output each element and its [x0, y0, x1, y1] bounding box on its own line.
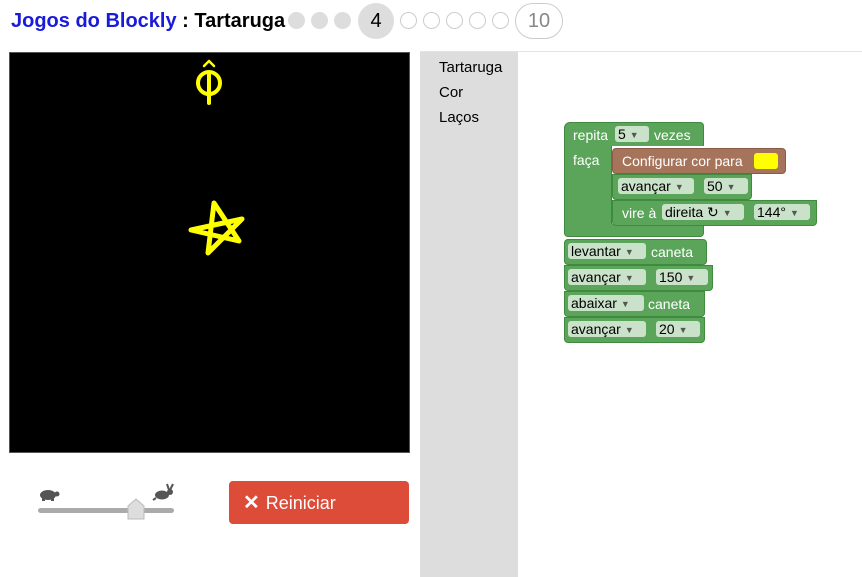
level-8-dot[interactable] [469, 12, 486, 29]
chevron-down-icon: ▼ [678, 325, 688, 335]
move-direction-value: avançar [621, 178, 671, 194]
header: Jogos do Blockly : Tartaruga 4 10 [0, 0, 862, 44]
level-9-dot[interactable] [492, 12, 509, 29]
pen-up-value: levantar [571, 243, 621, 259]
move-distance-dropdown[interactable]: 20 ▼ [656, 321, 700, 337]
move-direction-value: avançar [571, 269, 621, 285]
chevron-down-icon: ▼ [726, 182, 736, 192]
toolbox-category-lacos[interactable]: Laços [439, 109, 479, 126]
level-6-dot[interactable] [423, 12, 440, 29]
pen-down-value: abaixar [571, 295, 617, 311]
title-separator: : [176, 10, 195, 32]
reset-label: Reiniciar [265, 493, 336, 513]
move-distance-value: 150 [659, 269, 683, 285]
chevron-down-icon: ▼ [620, 299, 630, 309]
last-level-badge[interactable]: 10 [515, 3, 563, 39]
block-workspace[interactable]: repita 5 ▼ vezes faça Configurar cor para… [518, 52, 862, 577]
turn-direction-value: direita ↻ [665, 204, 719, 220]
toolbox: Tartaruga Cor Laços [420, 52, 518, 577]
repeat-count-value: 5 [618, 126, 626, 142]
repeat-count-dropdown[interactable]: 5 ▼ [615, 126, 649, 142]
toolbox-category-tartaruga[interactable]: Tartaruga [439, 59, 502, 76]
chevron-down-icon: ▼ [624, 325, 634, 335]
level-3-dot[interactable] [334, 12, 351, 29]
turn-angle-dropdown[interactable]: 144° ▼ [754, 204, 810, 220]
turn-angle-value: 144° [757, 204, 786, 220]
drawing-surface [188, 59, 245, 256]
move-distance-value: 50 [707, 178, 723, 194]
move-distance-dropdown[interactable]: 150 ▼ [656, 269, 708, 285]
move-distance-dropdown[interactable]: 50 ▼ [704, 178, 748, 194]
game-name: Tartaruga [194, 10, 286, 32]
pen-down-dropdown[interactable]: abaixar ▼ [568, 295, 644, 311]
repeat-label: repita [573, 127, 609, 143]
level-2-dot[interactable] [311, 12, 328, 29]
pen-up-dropdown[interactable]: levantar ▼ [568, 243, 646, 259]
speed-thumb[interactable] [127, 498, 145, 520]
toolbox-category-cor[interactable]: Cor [439, 84, 463, 101]
move-direction-value: avançar [571, 321, 621, 337]
chevron-down-icon: ▼ [674, 182, 684, 192]
level-7-dot[interactable] [446, 12, 463, 29]
reset-button[interactable]: ✕ Reiniciar [229, 481, 409, 524]
chevron-down-icon: ▼ [629, 130, 639, 140]
turn-direction-dropdown[interactable]: direita ↻ ▼ [662, 204, 744, 220]
current-level-badge[interactable]: 4 [358, 3, 394, 39]
color-swatch[interactable] [754, 153, 778, 169]
chevron-down-icon: ▼ [624, 247, 634, 257]
turtle-canvas [9, 52, 410, 453]
speed-slider[interactable] [34, 480, 180, 522]
move-direction-dropdown[interactable]: avançar ▼ [618, 178, 694, 194]
rabbit-icon [152, 483, 174, 501]
chevron-down-icon: ▼ [624, 273, 634, 283]
chevron-down-icon: ▼ [686, 273, 696, 283]
turn-label: vire à [622, 205, 657, 221]
move-direction-dropdown[interactable]: avançar ▼ [568, 269, 646, 285]
chevron-down-icon: ▼ [722, 208, 732, 218]
turtle-icon [196, 59, 222, 105]
level-1-dot[interactable] [288, 12, 305, 29]
level-5-dot[interactable] [400, 12, 417, 29]
speed-track[interactable] [38, 508, 174, 513]
chevron-down-icon: ▼ [789, 208, 799, 218]
set-color-label: Configurar cor para [622, 153, 743, 169]
pen-down-suffix: caneta [648, 296, 691, 312]
close-icon: ✕ [243, 492, 260, 514]
turtle-icon [40, 490, 60, 501]
app-link[interactable]: Jogos do Blockly [11, 10, 177, 32]
move-distance-value: 20 [659, 321, 675, 337]
pen-up-suffix: caneta [651, 244, 694, 260]
page-title: Jogos do Blockly : Tartaruga [11, 10, 285, 33]
move-direction-dropdown[interactable]: avançar ▼ [568, 321, 646, 337]
star-drawing [188, 200, 245, 256]
repeat-do-label: faça [573, 152, 600, 168]
repeat-times-label: vezes [654, 127, 691, 143]
